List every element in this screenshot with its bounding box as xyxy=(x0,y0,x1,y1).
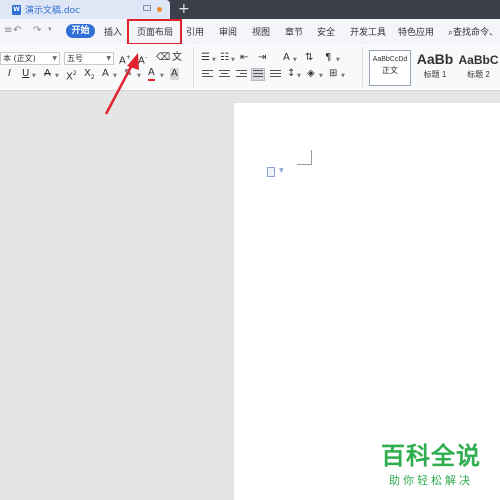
annotation-arrow xyxy=(104,53,139,115)
watermark-title: 百科全说 xyxy=(381,442,481,470)
watermark-logo: 百科全说 助你轻松解决 xyxy=(376,442,486,488)
watermark-subtitle: 助你轻松解决 xyxy=(389,474,473,487)
